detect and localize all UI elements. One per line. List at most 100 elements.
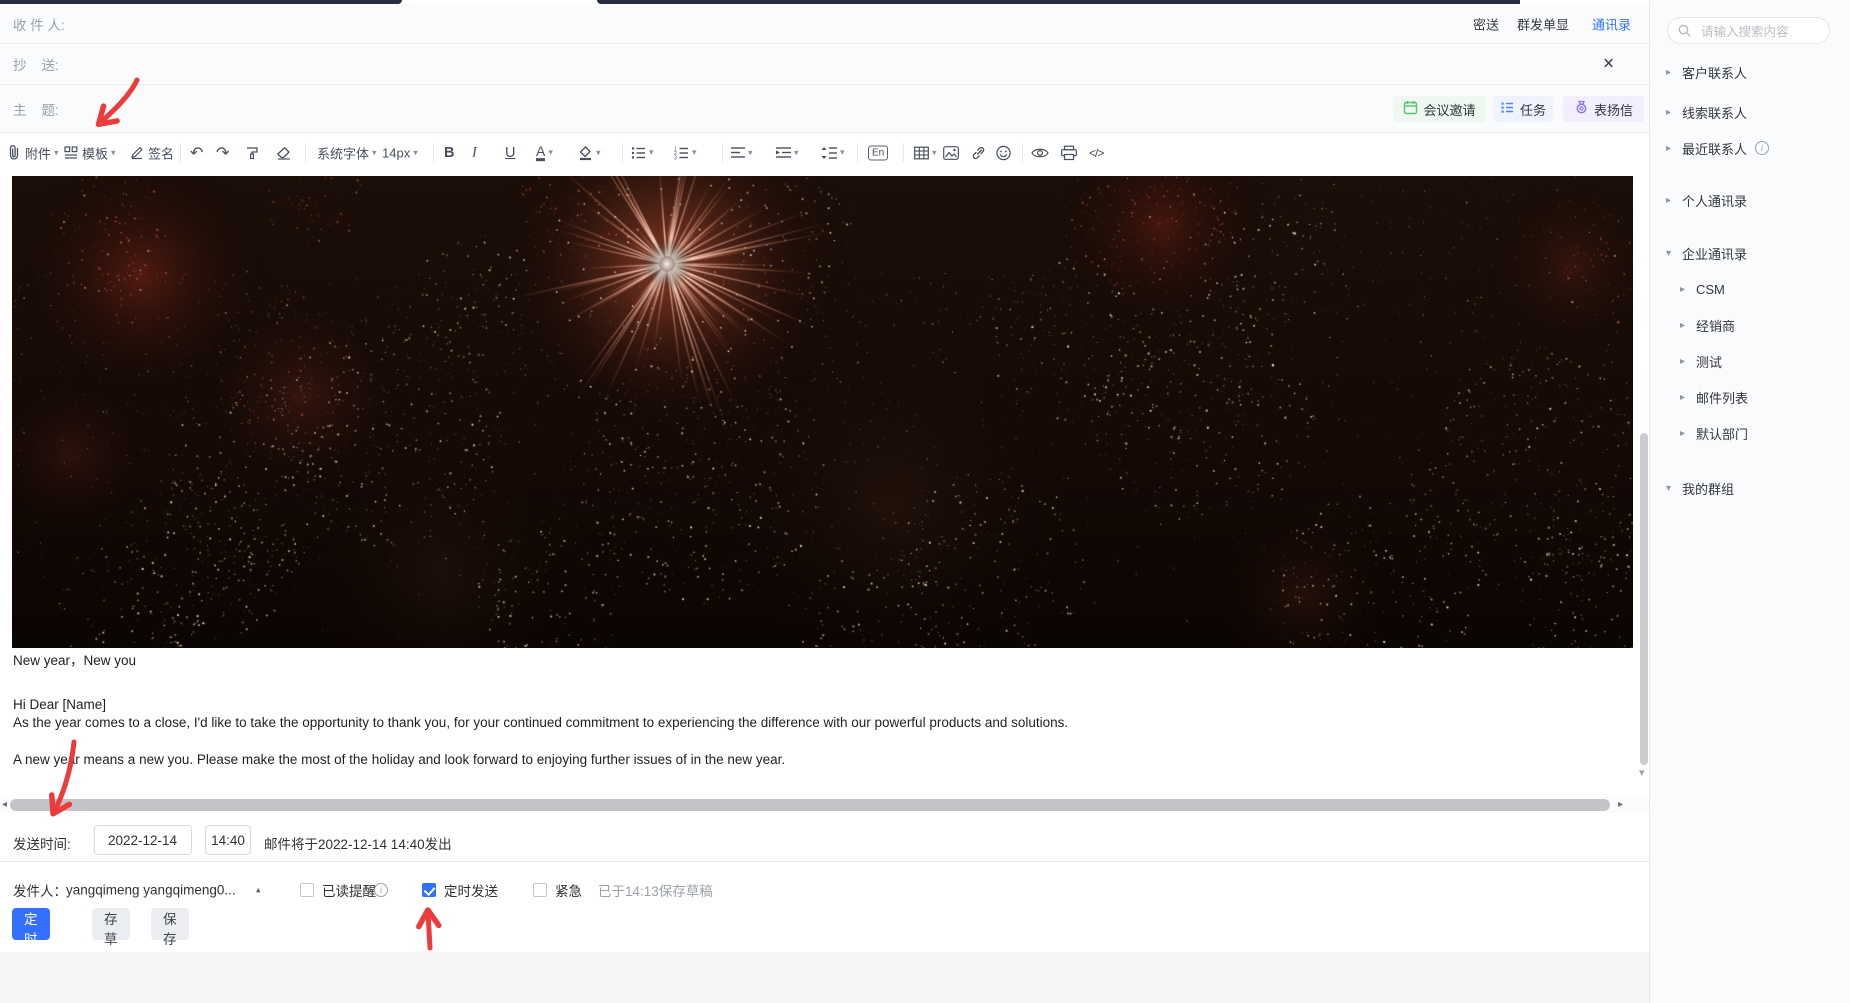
sidebar-item-test[interactable]: ▸ 测试 <box>1680 352 1722 370</box>
subject-row[interactable]: 主 题: 会议邀请 任务 表扬信 <box>0 85 1649 133</box>
bcc-link[interactable]: 密送 <box>1473 14 1499 33</box>
sidebar-search[interactable] <box>1667 17 1830 44</box>
praise-letter-button[interactable]: 表扬信 <box>1563 96 1644 122</box>
emoji-button[interactable] <box>996 145 1011 160</box>
signature-button[interactable]: 签名 <box>130 143 174 162</box>
read-receipt-label[interactable]: 已读提醒 <box>322 880 376 900</box>
scroll-down-icon[interactable]: ▾ <box>1639 766 1645 779</box>
toolbar-divider <box>622 143 623 162</box>
indent-icon <box>776 146 791 159</box>
bottom-strip <box>0 952 1649 1003</box>
sidebar-item-enterprise-contacts[interactable]: ▾ 企业通讯录 <box>1666 244 1747 262</box>
ordered-list-button[interactable]: 123 ▾ <box>674 146 697 160</box>
compose-panel: 收 件 人: 密送 群发单显 通讯录 抄 送: × 主 题: 会议邀请 任务 表 <box>0 4 1649 948</box>
send-date-input[interactable] <box>94 825 192 855</box>
insert-table-button[interactable]: ▾ <box>914 146 937 159</box>
urgent-checkbox[interactable] <box>533 883 547 897</box>
translate-button[interactable]: En <box>868 145 888 160</box>
align-button[interactable]: ▾ <box>731 146 753 159</box>
sidebar-item-default-department[interactable]: ▸ 默认部门 <box>1680 424 1748 442</box>
source-code-button[interactable]: </> <box>1089 146 1103 160</box>
insert-link-button[interactable] <box>971 145 986 160</box>
horizontal-scrollbar[interactable]: ◂ ▸ <box>0 797 1649 813</box>
scroll-left-icon[interactable]: ◂ <box>2 799 7 810</box>
font-family-select[interactable]: 系统字体 ▾ <box>317 143 377 162</box>
sender-row: 发件人： yangqimeng yangqimeng0... ▴ 已读提醒 i … <box>0 875 1649 905</box>
eraser-icon[interactable] <box>276 146 292 160</box>
recipient-row[interactable]: 收 件 人: 密送 群发单显 通讯录 <box>0 4 1649 44</box>
chevron-down-icon: ▾ <box>548 147 553 158</box>
chevron-down-icon: ▾ <box>748 147 753 158</box>
preview-button[interactable] <box>1031 146 1049 159</box>
scheduled-send-button[interactable]: 定时发送 <box>12 908 50 940</box>
sidebar-item-distributor[interactable]: ▸ 经销商 <box>1680 316 1735 334</box>
sender-name[interactable]: yangqimeng yangqimeng0... <box>66 883 236 898</box>
insert-image-button[interactable] <box>943 146 959 160</box>
sidebar-item-customer-contacts[interactable]: ▸ 客户联系人 <box>1666 63 1747 81</box>
highlight-color-button[interactable]: ▾ <box>578 145 601 160</box>
urgent-label[interactable]: 紧急 <box>555 880 582 900</box>
collapse-up-icon[interactable]: ▴ <box>256 885 261 896</box>
read-receipt-checkbox[interactable] <box>300 883 314 897</box>
toolbar-divider <box>857 143 858 162</box>
scheduled-send-checkbox[interactable] <box>422 883 436 897</box>
paint-bucket-icon <box>578 145 593 160</box>
cc-row[interactable]: 抄 送: × <box>0 44 1649 85</box>
toolbar-divider <box>1022 143 1023 162</box>
attach-button[interactable]: 附件 ▾ <box>7 143 59 162</box>
tri-right-icon: ▸ <box>1666 195 1674 206</box>
save-as-template-button[interactable]: 保存为模板 <box>151 908 189 940</box>
undo-icon[interactable]: ↶ <box>190 143 203 163</box>
tri-right-icon: ▸ <box>1680 284 1688 295</box>
sidebar-item-lead-contacts[interactable]: ▸ 线索联系人 <box>1666 103 1747 121</box>
chevron-down-icon: ▾ <box>413 147 418 158</box>
tri-right-icon: ▸ <box>1666 107 1674 118</box>
subject-label: 主 题: <box>13 99 59 119</box>
contacts-link[interactable]: 通讯录 <box>1592 14 1631 33</box>
bullet-list-button[interactable]: ▾ <box>631 146 654 160</box>
vertical-scrollbar-thumb[interactable] <box>1640 433 1648 765</box>
tri-right-icon: ▸ <box>1680 428 1688 439</box>
template-button[interactable]: 模板 ▾ <box>64 143 116 162</box>
scroll-right-icon[interactable]: ▸ <box>1618 799 1623 810</box>
close-icon[interactable]: × <box>1603 55 1614 74</box>
task-button[interactable]: 任务 <box>1493 96 1553 122</box>
format-painter-icon[interactable] <box>245 145 260 160</box>
sidebar-item-personal-contacts[interactable]: ▸ 个人通讯录 <box>1666 191 1747 209</box>
sidebar-item-mailing-list[interactable]: ▸ 邮件列表 <box>1680 388 1748 406</box>
font-size-value: 14px <box>382 145 410 160</box>
sidebar-item-label: 客户联系人 <box>1682 63 1747 82</box>
search-input[interactable] <box>1699 21 1825 42</box>
sidebar-item-recent-contacts[interactable]: ▸ 最近联系人 i <box>1666 139 1769 157</box>
contacts-sidebar: ▸ 客户联系人 ▸ 线索联系人 ▸ 最近联系人 i ▸ 个人通讯录 ▾ 企业通讯… <box>1649 0 1850 1003</box>
table-icon <box>914 146 929 159</box>
attach-label: 附件 <box>25 143 51 162</box>
scheduled-send-label[interactable]: 定时发送 <box>444 880 498 900</box>
calendar-icon <box>1403 100 1418 118</box>
sidebar-item-csm[interactable]: ▸ CSM <box>1680 280 1725 298</box>
italic-button[interactable]: I <box>472 144 477 161</box>
send-time-input[interactable] <box>205 825 251 855</box>
indent-button[interactable]: ▾ <box>776 146 799 159</box>
meeting-invite-button[interactable]: 会议邀请 <box>1393 96 1486 122</box>
font-size-select[interactable]: 14px ▾ <box>382 145 418 160</box>
bold-button[interactable]: B <box>444 145 454 161</box>
font-color-button[interactable]: A ▾ <box>536 144 553 162</box>
line-height-button[interactable]: ▾ <box>821 146 845 160</box>
print-button[interactable] <box>1061 145 1077 160</box>
mass-send-link[interactable]: 群发单显 <box>1517 14 1569 33</box>
chevron-down-icon: ▾ <box>692 147 697 158</box>
sidebar-item-label: 经销商 <box>1696 316 1735 335</box>
body-line: A new year means a new you. Please make … <box>13 751 785 770</box>
horizontal-scrollbar-thumb[interactable] <box>10 799 1610 811</box>
draft-saved-status: 已于14:13保存草稿 <box>598 880 713 900</box>
chevron-down-icon: ▾ <box>111 147 116 158</box>
redo-icon[interactable]: ↷ <box>216 143 229 163</box>
editor-toolbar: 附件 ▾ 模板 ▾ 签名 ↶ ↷ 系统字体 ▾ 14px <box>0 133 1649 172</box>
underline-button[interactable]: U <box>505 145 515 161</box>
search-icon <box>1678 24 1691 42</box>
editor-body[interactable]: New year，New you Hi Dear [Name] As the y… <box>0 172 1649 797</box>
signature-label: 签名 <box>148 143 174 162</box>
sidebar-item-my-groups[interactable]: ▾ 我的群组 <box>1666 479 1734 497</box>
save-draft-button[interactable]: 存草稿 <box>92 908 130 940</box>
